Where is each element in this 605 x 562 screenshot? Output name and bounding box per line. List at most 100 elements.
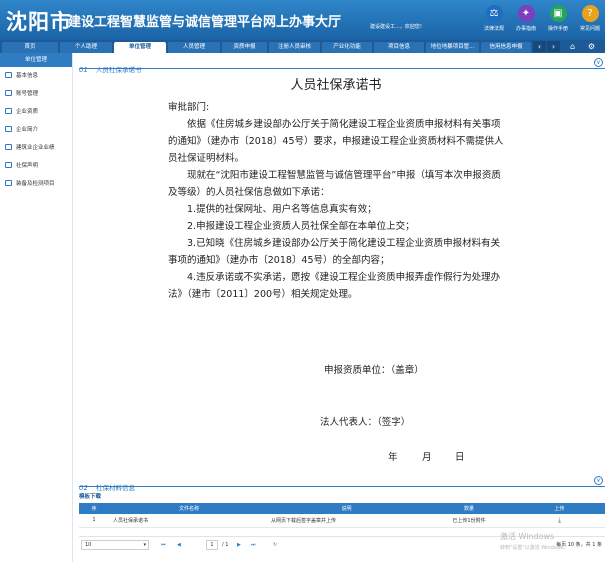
document-icon: [5, 89, 12, 96]
refresh-icon[interactable]: ↻: [273, 540, 277, 550]
template-download-button[interactable]: 模板下载: [79, 492, 101, 500]
section-title: 社保材料信息: [96, 484, 136, 492]
file-name: 人员社保承诺书: [109, 514, 269, 528]
sidebar-item-profile[interactable]: 企业简介: [0, 121, 72, 139]
faq-label: 常见问题: [579, 26, 600, 32]
document-title: 人员社保承诺书: [290, 78, 382, 93]
top-nav: 首页 个人助理 单位管理 人员管理 资质申报 注册人员审核 产业化功能 项目信息…: [0, 40, 605, 53]
commitment-item: 4.违反承诺或不实承诺，愿按《建设工程企业资质申报弄虚作假行为处理办法》（建市〔…: [168, 272, 501, 300]
page-size-value: 10: [85, 542, 92, 548]
question-icon: ?: [581, 5, 599, 22]
column-header: 数量: [424, 503, 514, 514]
windows-activation-watermark: 激活 Windows: [500, 532, 555, 541]
column-header: 序: [79, 503, 109, 514]
column-header: 说明: [269, 503, 424, 514]
date-year: 年: [388, 452, 398, 463]
section-header-materials: 02 社保材料信息 ∨: [79, 475, 605, 492]
faq-button[interactable]: ? 常见问题: [577, 5, 603, 32]
commitment-item: 1.提供的社保网址、用户名等信息真实有效；: [187, 204, 377, 215]
file-count: 已上传1份附件: [424, 514, 514, 528]
commitment-item: 3.已知晓《住房城乡建设部办公厅关于简化建设工程企业资质申报材料有关事项的通知》…: [168, 238, 501, 266]
document-icon: [5, 161, 12, 168]
materials-table: 序 文件名称 说明 数量 上传 1 人员社保承诺书 从网页下载后签字盖章并上传 …: [79, 503, 605, 528]
section-header-commitment: 01 人员社保承诺书 ∨: [79, 57, 605, 74]
column-header: 上传: [514, 503, 605, 514]
sidebar-item-label: 基本信息: [16, 73, 39, 79]
document-icon: [5, 107, 12, 114]
document-icon: [5, 125, 12, 132]
document-salutation: 审批部门:: [168, 102, 210, 113]
total-pages: / 1: [222, 542, 229, 548]
manual-label: 操作手册: [547, 26, 568, 32]
tab-home[interactable]: 首页: [2, 42, 58, 53]
guide-button[interactable]: ✦ 办事指南: [513, 5, 539, 32]
scale-icon: ⚖: [485, 5, 503, 22]
sidebar-item-performance[interactable]: 建筑业企业业绩: [0, 139, 72, 157]
table-header-row: 序 文件名称 说明 数量 上传: [79, 503, 605, 514]
page-size-select[interactable]: 10 ▾: [81, 540, 149, 550]
sidebar-item-account[interactable]: 账号管理: [0, 85, 72, 103]
section-number: 02: [79, 484, 88, 492]
document-paragraph: 依据《住房城乡建设部办公厅关于简化建设工程企业资质申报材料有关事项的通知》（建办…: [168, 119, 504, 164]
date-month: 月: [422, 452, 432, 463]
tab-unit-management[interactable]: 单位管理: [114, 42, 166, 53]
section-title: 人员社保承诺书: [96, 66, 142, 74]
sidebar-item-qualification[interactable]: 企业资质: [0, 103, 72, 121]
chevron-down-icon[interactable]: ∨: [594, 476, 603, 485]
home-icon[interactable]: ⌂: [566, 40, 579, 53]
table-row: 1 人员社保承诺书 从网页下载后签字盖章并上传 已上传1份附件 ⤓: [79, 514, 605, 528]
tab-credit-declaration[interactable]: 信用信息申报: [481, 42, 531, 53]
platform-title: 建设工程智慧监管与诚信管理平台网上办事大厅: [68, 15, 342, 30]
sidebar: 单位管理 基本信息 账号管理 企业资质 企业简介 建筑业企业业绩 社保声明 装备…: [0, 53, 73, 562]
tab-registered-review[interactable]: 注册人员审核: [269, 42, 320, 53]
sidebar-item-label: 企业资质: [16, 109, 39, 115]
document-icon: [5, 143, 12, 150]
date-day: 日: [455, 452, 465, 463]
document-icon: [5, 71, 12, 78]
current-page-input[interactable]: 1: [206, 540, 218, 550]
logo-city: 沈阳市: [6, 10, 72, 34]
legal-rep-signature: 法人代表人：（签字）: [320, 417, 411, 428]
document-paragraph: 现就在“沈阳市建设工程智慧监管与诚信管理平台”申报（填写本次申报资质及等级）的人…: [168, 170, 501, 198]
upload-cell: ⤓: [514, 514, 605, 528]
section-number: 01: [79, 66, 88, 74]
sidebar-item-label: 装备及检测项目: [16, 181, 55, 187]
tab-project-info[interactable]: 项目信息: [374, 42, 424, 53]
windows-activation-hint: 转到"设置"以激活 Windows。: [500, 545, 569, 551]
next-page-icon[interactable]: ▶: [237, 540, 241, 550]
laws-label: 法律法规: [483, 26, 504, 32]
tab-personnel-management[interactable]: 人员管理: [168, 42, 220, 53]
sidebar-item-equipment[interactable]: 装备及检测项目: [0, 175, 72, 193]
applicant-unit-seal: 申报资质单位：（盖章）: [324, 365, 424, 376]
document-icon: [5, 179, 12, 186]
commitment-item: 2.申报建设工程企业资质人员社保全部在本单位上交；: [187, 221, 415, 232]
download-icon[interactable]: ⤓: [558, 516, 561, 524]
laws-button[interactable]: ⚖ 法律法规: [481, 5, 507, 32]
gear-icon[interactable]: ⚙: [585, 40, 598, 53]
chevron-left-icon[interactable]: ‹: [533, 41, 546, 52]
last-page-icon[interactable]: ⏭: [251, 540, 256, 550]
tab-local-project[interactable]: 地位地暴项目管...: [426, 42, 479, 53]
welcome-text: 建设建设工...，欢迎您！: [370, 24, 425, 30]
sidebar-item-label: 建筑业企业业绩: [16, 145, 55, 151]
sidebar-item-label: 企业简介: [16, 127, 39, 133]
sidebar-item-label: 社保声明: [16, 163, 39, 169]
sidebar-item-social-security[interactable]: 社保声明: [0, 157, 72, 175]
tab-industrialization[interactable]: 产业化功能: [322, 42, 372, 53]
row-number: 1: [79, 514, 109, 528]
sidebar-item-basic-info[interactable]: 基本信息: [0, 67, 72, 85]
manual-button[interactable]: ▣ 操作手册: [545, 5, 571, 32]
prev-page-icon[interactable]: ◀: [177, 540, 181, 550]
commitment-document: 人员社保承诺书 审批部门: 依据《住房城乡建设部办公厅关于简化建设工程企业资质申…: [168, 74, 504, 303]
tab-qualification-declaration[interactable]: 资质申报: [222, 42, 267, 53]
tab-personal-assistant[interactable]: 个人助理: [60, 42, 112, 53]
sidebar-header: 单位管理: [0, 53, 72, 67]
caret-down-icon: ▾: [143, 542, 146, 548]
app-root: 沈阳市 建设工程智慧监管与诚信管理平台网上办事大厅 建设建设工...，欢迎您！ …: [0, 0, 605, 562]
chevron-right-icon[interactable]: ›: [547, 41, 560, 52]
guide-label: 办事指南: [515, 26, 536, 32]
chevron-down-icon[interactable]: ∨: [594, 58, 603, 67]
header: 沈阳市 建设工程智慧监管与诚信管理平台网上办事大厅 建设建设工...，欢迎您！ …: [0, 0, 605, 40]
book-icon: ▣: [549, 5, 567, 22]
first-page-icon[interactable]: ⏮: [161, 540, 166, 550]
